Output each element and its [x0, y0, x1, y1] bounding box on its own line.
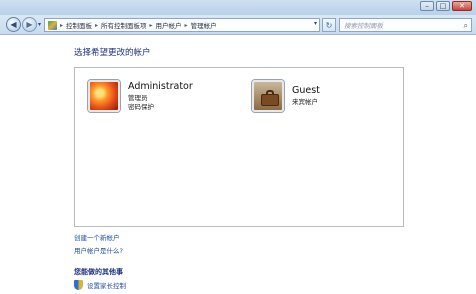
account-name[interactable]: Guest	[292, 85, 320, 96]
page-title: 选择希望更改的帐户	[74, 48, 151, 58]
close-button[interactable]: ✕	[452, 1, 472, 11]
breadcrumb-separator[interactable]: ▸	[95, 22, 98, 29]
account-name[interactable]: Administrator	[128, 81, 193, 92]
other-tasks-heading: 您能做的其他事	[74, 268, 123, 276]
address-bar[interactable]: ▸ 控制面板 ▸ 所有控制面板项 ▸ 用户帐户 ▸ 管理帐户 ▾	[44, 18, 320, 32]
parental-control-link[interactable]: 设置家长控制	[74, 280, 126, 290]
account-type: 管理员	[128, 94, 148, 102]
search-input[interactable]: 搜索控制面板 ⌕	[339, 18, 472, 32]
back-button[interactable]: ◀	[6, 17, 21, 32]
recent-pages-dropdown-icon[interactable]: ▾	[38, 21, 41, 28]
shield-icon	[74, 280, 83, 290]
forward-button[interactable]: ▶	[22, 17, 37, 32]
title-bar: – □ ✕	[0, 0, 476, 15]
what-is-account-link[interactable]: 用户帐户是什么?	[74, 245, 123, 255]
window-controls: – □ ✕	[420, 1, 472, 11]
search-placeholder: 搜索控制面板	[344, 22, 383, 30]
flower-avatar-icon[interactable]	[88, 80, 120, 112]
account-type: 来宾帐户	[292, 98, 318, 106]
breadcrumb-separator[interactable]: ▸	[60, 22, 63, 29]
breadcrumb-all-items[interactable]: 所有控制面板项	[101, 20, 147, 30]
address-dropdown-icon[interactable]: ▾	[314, 20, 317, 27]
minimize-button[interactable]: –	[420, 1, 434, 11]
account-administrator[interactable]: Administrator 管理员 密码保护	[88, 80, 193, 112]
breadcrumb-separator[interactable]: ▸	[185, 22, 188, 29]
breadcrumb-separator[interactable]: ▸	[150, 22, 153, 29]
create-account-link[interactable]: 创建一个新帐户	[74, 232, 120, 242]
search-icon[interactable]: ⌕	[464, 21, 468, 31]
maximize-button[interactable]: □	[436, 1, 450, 11]
navigation-bar: ◀ ▶ ▾ ▸ 控制面板 ▸ 所有控制面板项 ▸ 用户帐户 ▸ 管理帐户 ▾ ↻…	[0, 15, 476, 35]
briefcase-avatar-icon[interactable]	[252, 80, 284, 112]
parental-control-label[interactable]: 设置家长控制	[87, 280, 126, 290]
accounts-panel: Administrator 管理员 密码保护 Guest 来宾帐户	[74, 67, 404, 227]
briefcase-body	[261, 94, 279, 106]
refresh-button[interactable]: ↻	[322, 18, 336, 32]
breadcrumb-manage-accounts[interactable]: 管理帐户	[191, 20, 217, 30]
breadcrumb-user-accounts[interactable]: 用户帐户	[156, 20, 182, 30]
account-guest[interactable]: Guest 来宾帐户	[252, 80, 320, 112]
control-panel-icon	[48, 20, 57, 30]
breadcrumb-control-panel[interactable]: 控制面板	[66, 20, 92, 30]
account-status: 密码保护	[128, 103, 154, 111]
